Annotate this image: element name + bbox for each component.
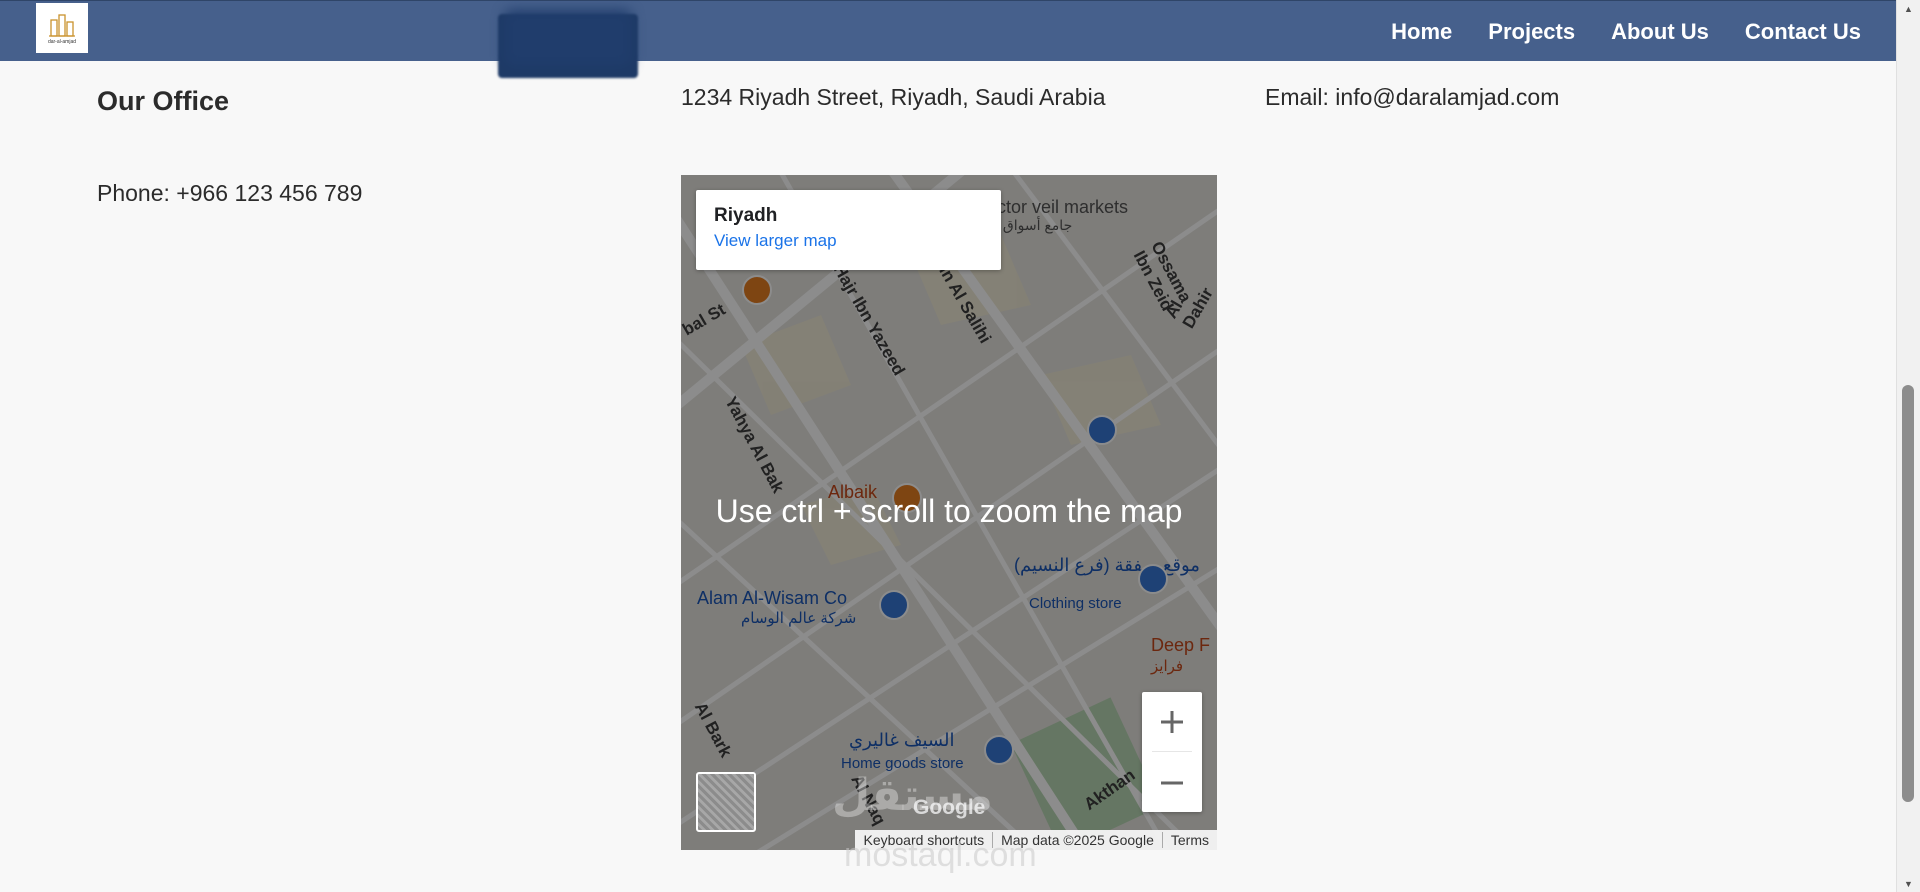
nav-links: Home Projects About Us Contact Us <box>1391 1 1861 62</box>
building-logo-icon <box>49 13 75 37</box>
plus-icon <box>1161 710 1183 733</box>
nav-link-projects[interactable]: Projects <box>1488 19 1575 45</box>
map-place-card: Riyadh View larger map <box>696 190 1001 270</box>
embedded-map[interactable]: Ossama Ibn Zeid Al Din Al Salihi Hajr Ib… <box>681 175 1217 850</box>
top-navbar: dar-al-amjad Home Projects About Us Cont… <box>0 0 1897 61</box>
zoom-hint-text: Use ctrl + scroll to zoom the map <box>715 493 1183 529</box>
zoom-in-button[interactable] <box>1142 692 1202 751</box>
nav-link-about-us[interactable]: About Us <box>1611 19 1709 45</box>
terms-link[interactable]: Terms <box>1161 832 1217 848</box>
view-larger-map-link[interactable]: View larger map <box>714 231 983 251</box>
map-zoom-controls <box>1142 692 1202 812</box>
logo-text: dar-al-amjad <box>47 38 77 45</box>
address-text: 1234 Riyadh Street, Riyadh, Saudi Arabia <box>681 84 1106 110</box>
page-scrollbar[interactable]: ▲ ▼ <box>1896 0 1920 892</box>
blurred-button[interactable] <box>498 14 638 78</box>
watermark-arabic: مستقل <box>832 771 993 820</box>
minus-icon <box>1161 781 1183 784</box>
nav-link-home[interactable]: Home <box>1391 19 1452 45</box>
office-heading: Our Office <box>97 86 230 116</box>
phone-text: Phone: +966 123 456 789 <box>97 180 363 206</box>
nav-link-contact-us[interactable]: Contact Us <box>1745 19 1861 45</box>
zoom-out-button[interactable] <box>1142 753 1202 812</box>
map-place-name: Riyadh <box>714 205 778 226</box>
site-logo[interactable]: dar-al-amjad <box>36 3 88 53</box>
scroll-up-arrow-icon[interactable]: ▲ <box>1897 0 1920 17</box>
watermark-latin: mostaql.com <box>844 836 1037 874</box>
scroll-thumb[interactable] <box>1902 385 1914 802</box>
zoom-divider <box>1152 751 1192 752</box>
scroll-down-arrow-icon[interactable]: ▼ <box>1897 875 1920 892</box>
satellite-layer-button[interactable] <box>696 772 756 832</box>
email-text: Email: info@daralamjad.com <box>1265 84 1560 110</box>
